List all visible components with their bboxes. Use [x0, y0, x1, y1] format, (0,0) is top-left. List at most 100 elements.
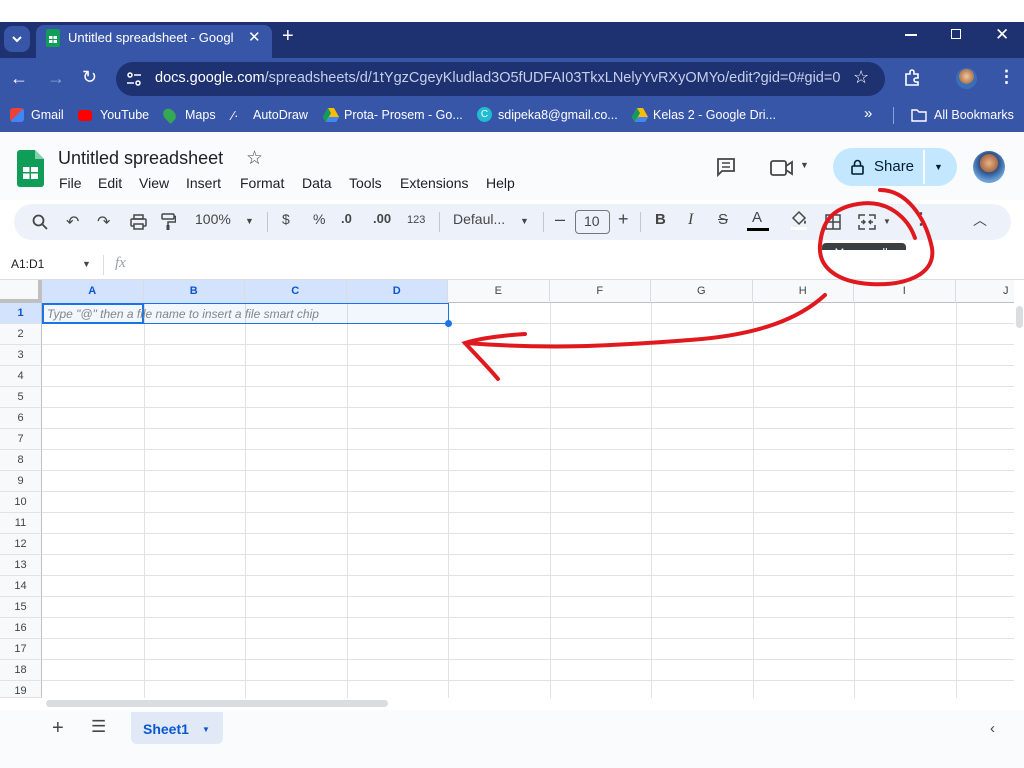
tab-close-icon[interactable]: ✕: [248, 28, 261, 46]
name-box[interactable]: A1:D1: [11, 257, 44, 271]
row-header-15[interactable]: 15: [0, 597, 42, 618]
strikethrough-button[interactable]: S: [718, 211, 728, 228]
bookmark-sdipeka[interactable]: sdipeka8@gmail.co...: [498, 108, 618, 122]
fill-handle[interactable]: [445, 320, 452, 327]
redo-icon[interactable]: ↷: [97, 212, 110, 232]
column-header-b[interactable]: B: [143, 280, 245, 303]
decrease-decimal-button[interactable]: .0: [341, 211, 352, 226]
merge-dropdown-icon[interactable]: ▼: [883, 217, 891, 226]
menu-file[interactable]: File: [59, 175, 82, 191]
bookmark-prota-prosem[interactable]: Prota- Prosem - Go...: [344, 108, 463, 122]
row-header-1[interactable]: 1: [0, 303, 42, 324]
horizontal-scroll-thumb[interactable]: [46, 700, 388, 707]
more-options-icon[interactable]: ⋮: [913, 209, 929, 229]
row-header-10[interactable]: 10: [0, 492, 42, 513]
sheets-logo-icon[interactable]: [17, 150, 44, 187]
search-icon[interactable]: [32, 214, 48, 230]
restore-icon[interactable]: [951, 29, 961, 39]
row-header-16[interactable]: 16: [0, 618, 42, 639]
borders-icon[interactable]: [825, 214, 841, 230]
account-avatar[interactable]: [973, 151, 1005, 183]
bookmark-autodraw[interactable]: AutoDraw: [253, 108, 308, 122]
back-icon[interactable]: ←: [10, 68, 28, 89]
all-bookmarks-button[interactable]: All Bookmarks: [934, 108, 1014, 122]
column-header-e[interactable]: E: [448, 280, 550, 303]
minimize-icon[interactable]: [905, 34, 917, 36]
row-header-6[interactable]: 6: [0, 408, 42, 429]
menu-view[interactable]: View: [139, 175, 169, 191]
increase-font-size-button[interactable]: +: [618, 209, 629, 230]
menu-format[interactable]: Format: [240, 175, 284, 191]
menu-tools[interactable]: Tools: [349, 175, 382, 191]
paint-format-icon[interactable]: [161, 213, 176, 230]
bookmark-maps[interactable]: Maps: [185, 108, 216, 122]
font-select[interactable]: Defaul...: [453, 211, 505, 227]
menu-insert[interactable]: Insert: [186, 175, 221, 191]
forward-icon[interactable]: →: [47, 68, 65, 89]
font-dropdown-icon[interactable]: ▼: [520, 216, 529, 226]
more-formats-button[interactable]: 123: [407, 214, 425, 226]
star-icon[interactable]: ☆: [246, 147, 263, 170]
reload-icon[interactable]: ↻: [82, 67, 97, 88]
column-header-d[interactable]: D: [346, 280, 448, 303]
row-header-9[interactable]: 9: [0, 471, 42, 492]
all-sheets-icon[interactable]: ☰: [91, 717, 106, 737]
row-header-11[interactable]: 11: [0, 513, 42, 534]
browser-menu-icon[interactable]: ⋮: [998, 67, 1015, 87]
vertical-scroll-thumb[interactable]: [1016, 306, 1023, 328]
spreadsheet-grid[interactable]: [0, 280, 1024, 698]
row-header-17[interactable]: 17: [0, 639, 42, 660]
percent-format-button[interactable]: %: [313, 211, 325, 227]
column-header-i[interactable]: I: [854, 280, 956, 303]
row-header-3[interactable]: 3: [0, 345, 42, 366]
meet-dropdown-icon[interactable]: ▼: [800, 160, 809, 170]
decrease-font-size-button[interactable]: –: [555, 209, 565, 230]
close-window-icon[interactable]: ✕: [995, 25, 1009, 45]
row-header-12[interactable]: 12: [0, 534, 42, 555]
italic-button[interactable]: I: [688, 211, 693, 229]
menu-data[interactable]: Data: [302, 175, 332, 191]
meet-icon[interactable]: [770, 159, 794, 177]
row-header-18[interactable]: 18: [0, 660, 42, 681]
bookmark-gmail[interactable]: Gmail: [31, 108, 64, 122]
share-dropdown-icon[interactable]: ▼: [934, 162, 943, 172]
increase-decimal-button[interactable]: .00: [373, 211, 391, 226]
column-header-g[interactable]: G: [651, 280, 753, 303]
bold-button[interactable]: B: [655, 211, 666, 228]
zoom-select[interactable]: 100%: [195, 211, 231, 227]
fill-color-icon[interactable]: [790, 210, 808, 230]
formula-input[interactable]: [140, 253, 1010, 277]
collapse-menus-icon[interactable]: ︿: [973, 210, 987, 230]
sheet-tab-dropdown-icon[interactable]: ▼: [202, 725, 210, 734]
undo-icon[interactable]: ↶: [66, 212, 79, 232]
column-header-c[interactable]: C: [245, 280, 347, 303]
site-settings-icon[interactable]: [126, 71, 142, 87]
vertical-scrollbar[interactable]: [1014, 280, 1024, 698]
column-header-h[interactable]: H: [753, 280, 854, 303]
extensions-icon[interactable]: [903, 69, 921, 87]
menu-edit[interactable]: Edit: [98, 175, 122, 191]
text-color-button[interactable]: A: [752, 209, 762, 226]
comments-icon[interactable]: [716, 157, 736, 177]
row-header-19[interactable]: 19: [0, 681, 42, 698]
new-tab-button[interactable]: +: [282, 25, 294, 48]
row-header-7[interactable]: 7: [0, 429, 42, 450]
row-header-5[interactable]: 5: [0, 387, 42, 408]
column-header-f[interactable]: F: [550, 280, 651, 303]
name-box-dropdown-icon[interactable]: ▼: [82, 259, 91, 269]
currency-format-button[interactable]: $: [282, 211, 290, 227]
zoom-dropdown-icon[interactable]: ▼: [245, 216, 254, 226]
row-header-8[interactable]: 8: [0, 450, 42, 471]
print-icon[interactable]: [130, 214, 147, 230]
url-text[interactable]: docs.google.com/spreadsheets/d/1tYgzCgey…: [155, 70, 845, 86]
select-all-corner[interactable]: [0, 280, 42, 303]
menu-help[interactable]: Help: [486, 175, 515, 191]
bookmark-youtube[interactable]: YouTube: [100, 108, 149, 122]
add-sheet-button[interactable]: +: [52, 717, 64, 740]
doc-title[interactable]: Untitled spreadsheet: [58, 148, 223, 169]
row-header-13[interactable]: 13: [0, 555, 42, 576]
more-bookmarks-button[interactable]: »: [864, 105, 872, 122]
menu-extensions[interactable]: Extensions: [400, 175, 468, 191]
profile-avatar-browser[interactable]: [956, 68, 977, 89]
bookmark-kelas2[interactable]: Kelas 2 - Google Dri...: [653, 108, 776, 122]
